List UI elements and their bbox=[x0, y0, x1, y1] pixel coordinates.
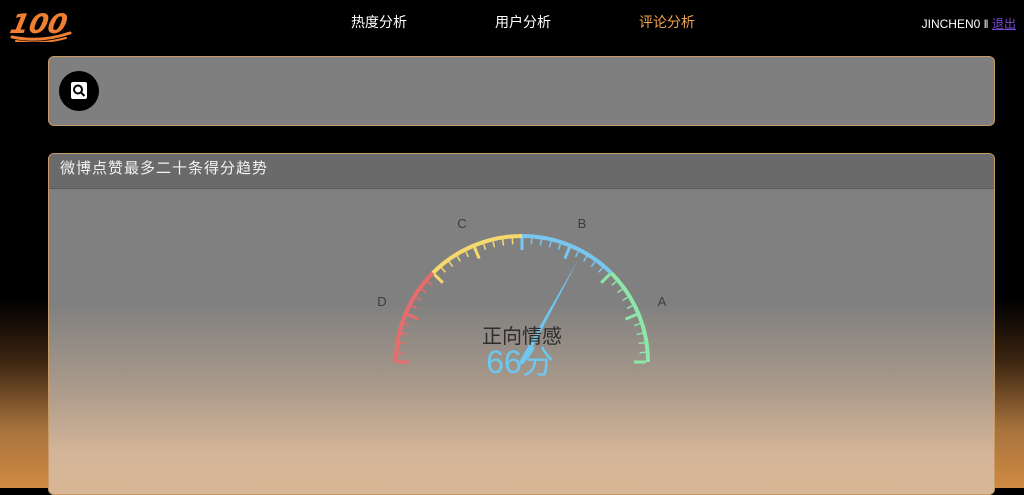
gauge-tick bbox=[639, 343, 645, 344]
separator: ‖ bbox=[984, 17, 989, 31]
grade-a: A bbox=[658, 294, 667, 309]
top-navbar: 100 热度分析 用户分析 评论分析 JINCHEN0 ‖ 退出 bbox=[0, 0, 1024, 46]
gauge-tick bbox=[637, 333, 643, 334]
nav-comment-analysis[interactable]: 评论分析 bbox=[639, 12, 695, 32]
gauge-tick bbox=[412, 306, 417, 309]
gauge-tick bbox=[503, 240, 504, 246]
gauge-tick bbox=[565, 247, 570, 258]
gauge-tick bbox=[627, 306, 632, 309]
search-panel bbox=[48, 56, 995, 126]
gauge-tick bbox=[576, 252, 579, 257]
gauge-tick bbox=[400, 343, 406, 344]
gauge-tick bbox=[634, 324, 640, 326]
gauge-tick bbox=[550, 241, 551, 247]
gauge-tick bbox=[404, 324, 410, 326]
gauge-tick bbox=[457, 256, 460, 261]
gauge-tick bbox=[422, 289, 427, 293]
gauge-tick bbox=[591, 262, 595, 267]
gauge-tick bbox=[401, 333, 407, 334]
gauge-tick bbox=[601, 274, 609, 282]
search-icon bbox=[59, 71, 99, 111]
gauge-tick bbox=[475, 247, 480, 258]
grade-c: C bbox=[457, 216, 466, 231]
gauge-tick bbox=[493, 241, 494, 247]
username: JINCHEN0 bbox=[922, 17, 981, 31]
gauge-tick bbox=[466, 252, 469, 257]
gauge-tick bbox=[428, 281, 433, 285]
gauge-tick bbox=[625, 315, 636, 320]
logout-link[interactable]: 退出 bbox=[992, 17, 1016, 31]
gauge-tick bbox=[434, 274, 442, 282]
gauge-tick bbox=[558, 244, 560, 250]
gauge-tick bbox=[441, 268, 445, 273]
nav-heat-analysis[interactable]: 热度分析 bbox=[351, 12, 407, 32]
gauge-tick bbox=[407, 315, 418, 320]
grade-d: D bbox=[377, 294, 386, 309]
gauge-tick bbox=[584, 256, 587, 261]
gauge-tick bbox=[484, 244, 486, 250]
gauge-score: 66分 bbox=[486, 344, 554, 380]
logo[interactable]: 100 bbox=[6, 8, 74, 42]
user-info: JINCHEN0 ‖ 退出 bbox=[922, 15, 1016, 32]
gauge-tick bbox=[612, 281, 617, 285]
sentiment-chart-panel: 微博点赞最多二十条得分趋势 D C B A 正向情感 66分 bbox=[48, 153, 995, 495]
gauge-tick bbox=[617, 289, 622, 293]
gauge-tick bbox=[623, 297, 628, 300]
sentiment-gauge: D C B A 正向情感 66分 bbox=[49, 154, 994, 494]
gauge-tick bbox=[416, 297, 421, 300]
gauge-tick bbox=[540, 240, 541, 246]
gauge-tick bbox=[449, 262, 453, 267]
nav-user-analysis[interactable]: 用户分析 bbox=[495, 12, 551, 32]
grade-b: B bbox=[578, 216, 587, 231]
search-button[interactable] bbox=[59, 71, 99, 111]
gauge-tick bbox=[599, 268, 603, 273]
